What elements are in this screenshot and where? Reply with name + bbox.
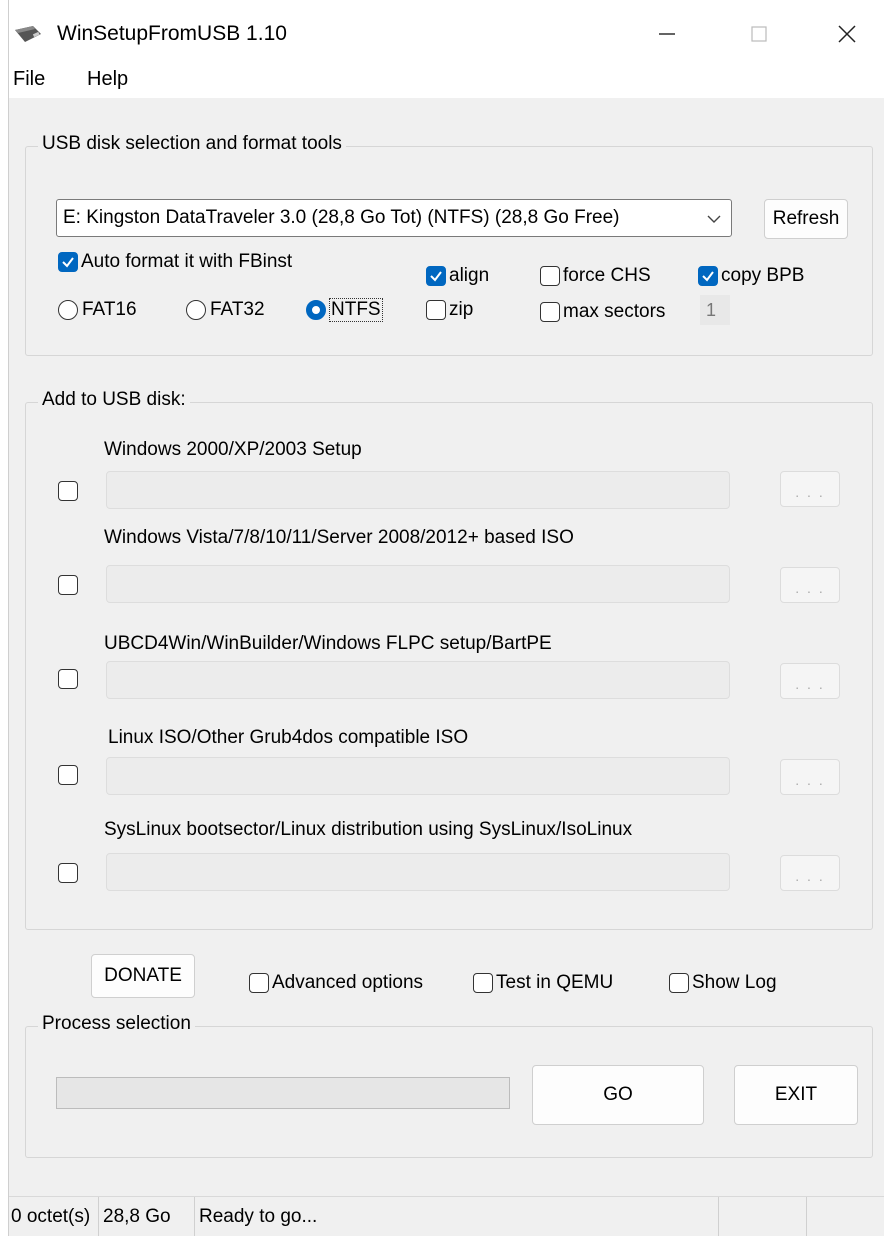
process-selection-group-label: Process selection — [38, 1013, 195, 1035]
align-checkbox[interactable]: align — [426, 265, 489, 287]
status-message: Ready to go... — [195, 1197, 719, 1236]
chevron-down-icon — [707, 215, 721, 223]
app-window: WinSetupFromUSB 1.10 File Help USB disk … — [8, 0, 884, 1236]
check-icon — [58, 252, 78, 272]
maximize-icon — [751, 26, 767, 42]
align-label: align — [449, 265, 490, 286]
show-log-label: Show Log — [692, 972, 777, 993]
status-cell-empty-1 — [719, 1197, 807, 1236]
item-label-bartpe: UBCD4Win/WinBuilder/Windows FLPC setup/B… — [104, 633, 552, 654]
browse-button-bartpe[interactable]: . . . — [780, 663, 840, 699]
usb-disk-group-label: USB disk selection and format tools — [38, 133, 346, 155]
auto-format-label: Auto format it with FBinst — [81, 251, 293, 272]
donate-button[interactable]: DONATE — [91, 954, 195, 998]
item-path-linux-iso[interactable] — [106, 757, 730, 795]
advanced-options-label: Advanced options — [272, 972, 424, 993]
item-path-vista-iso[interactable] — [106, 565, 730, 603]
usb-disk-select[interactable]: E: Kingston DataTraveler 3.0 (28,8 Go To… — [56, 199, 732, 237]
add-to-usb-group-label: Add to USB disk: — [38, 389, 190, 411]
radio-icon — [58, 300, 78, 320]
checkbox-icon — [58, 765, 78, 785]
fat16-radio[interactable]: FAT16 — [58, 299, 137, 321]
radio-icon — [186, 300, 206, 320]
item-label-linux-iso: Linux ISO/Other Grub4dos compatible ISO — [108, 727, 469, 748]
add-to-usb-group: Add to USB disk: Windows 2000/XP/2003 Se… — [25, 389, 873, 930]
item-checkbox-syslinux[interactable] — [58, 863, 81, 883]
close-button[interactable] — [825, 12, 869, 56]
max-sectors-label: max sectors — [563, 301, 666, 322]
ntfs-label: NTFS — [329, 298, 383, 322]
usb-disk-group: USB disk selection and format tools E: K… — [25, 133, 873, 356]
fat32-label: FAT32 — [210, 299, 265, 320]
item-label-winxp: Windows 2000/XP/2003 Setup — [104, 439, 362, 460]
checkbox-icon — [540, 266, 560, 286]
minimize-icon — [659, 33, 675, 35]
close-icon — [838, 25, 856, 43]
force-chs-label: force CHS — [563, 265, 651, 286]
item-checkbox-linux-iso[interactable] — [58, 765, 81, 785]
max-sectors-input[interactable]: 1 — [700, 295, 730, 325]
fat32-radio[interactable]: FAT32 — [186, 299, 265, 321]
browse-button-vista-iso[interactable]: . . . — [780, 567, 840, 603]
checkbox-icon — [540, 302, 560, 322]
force-chs-checkbox[interactable]: force CHS — [540, 265, 651, 287]
refresh-button[interactable]: Refresh — [764, 199, 848, 239]
progress-bar — [56, 1077, 510, 1109]
checkbox-icon — [426, 300, 446, 320]
fat16-label: FAT16 — [82, 299, 137, 320]
status-size: 0 octet(s) — [9, 1197, 99, 1236]
status-cell-empty-2 — [807, 1197, 884, 1236]
browse-button-syslinux[interactable]: . . . — [780, 855, 840, 891]
item-path-bartpe[interactable] — [106, 661, 730, 699]
browse-button-winxp[interactable]: . . . — [780, 471, 840, 507]
auto-format-checkbox[interactable]: Auto format it with FBinst — [58, 251, 292, 273]
checkbox-icon — [58, 481, 78, 501]
maximize-button[interactable] — [737, 12, 781, 56]
status-free-space: 28,8 Go — [99, 1197, 195, 1236]
process-selection-group: Process selection GO EXIT — [25, 1013, 873, 1158]
exit-button[interactable]: EXIT — [734, 1065, 858, 1125]
item-path-winxp[interactable] — [106, 471, 730, 509]
usb-drive-icon — [15, 26, 41, 42]
window-title: WinSetupFromUSB 1.10 — [57, 22, 287, 45]
check-icon — [698, 266, 718, 286]
zip-checkbox[interactable]: zip — [426, 299, 473, 321]
copy-bpb-checkbox[interactable]: copy BPB — [698, 265, 804, 287]
test-qemu-checkbox[interactable]: Test in QEMU — [473, 972, 613, 994]
test-qemu-label: Test in QEMU — [496, 972, 614, 993]
ntfs-radio[interactable]: NTFS — [306, 298, 383, 322]
browse-button-linux-iso[interactable]: . . . — [780, 759, 840, 795]
max-sectors-checkbox[interactable]: max sectors — [540, 301, 665, 323]
copy-bpb-label: copy BPB — [721, 265, 805, 286]
title-bar: WinSetupFromUSB 1.10 — [9, 0, 884, 62]
item-path-syslinux[interactable] — [106, 853, 730, 891]
item-label-syslinux: SysLinux bootsector/Linux distribution u… — [104, 819, 633, 840]
item-label-vista-iso: Windows Vista/7/8/10/11/Server 2008/2012… — [104, 527, 574, 548]
checkbox-icon — [58, 863, 78, 883]
zip-label: zip — [449, 299, 474, 320]
menu-file[interactable]: File — [13, 68, 45, 91]
menu-help[interactable]: Help — [87, 68, 128, 91]
checkbox-icon — [249, 973, 269, 993]
menu-bar: File Help — [9, 62, 884, 98]
check-icon — [426, 266, 446, 286]
item-checkbox-bartpe[interactable] — [58, 669, 81, 689]
checkbox-icon — [669, 973, 689, 993]
go-button[interactable]: GO — [532, 1065, 704, 1125]
status-bar: 0 octet(s) 28,8 Go Ready to go... — [9, 1196, 884, 1236]
checkbox-icon — [58, 575, 78, 595]
minimize-button[interactable] — [645, 12, 689, 56]
radio-selected-icon — [306, 300, 326, 320]
item-checkbox-vista-iso[interactable] — [58, 575, 81, 595]
item-checkbox-winxp[interactable] — [58, 481, 81, 501]
checkbox-icon — [58, 669, 78, 689]
usb-disk-select-value: E: Kingston DataTraveler 3.0 (28,8 Go To… — [63, 207, 620, 228]
advanced-options-checkbox[interactable]: Advanced options — [249, 972, 423, 994]
checkbox-icon — [473, 973, 493, 993]
show-log-checkbox[interactable]: Show Log — [669, 972, 777, 994]
